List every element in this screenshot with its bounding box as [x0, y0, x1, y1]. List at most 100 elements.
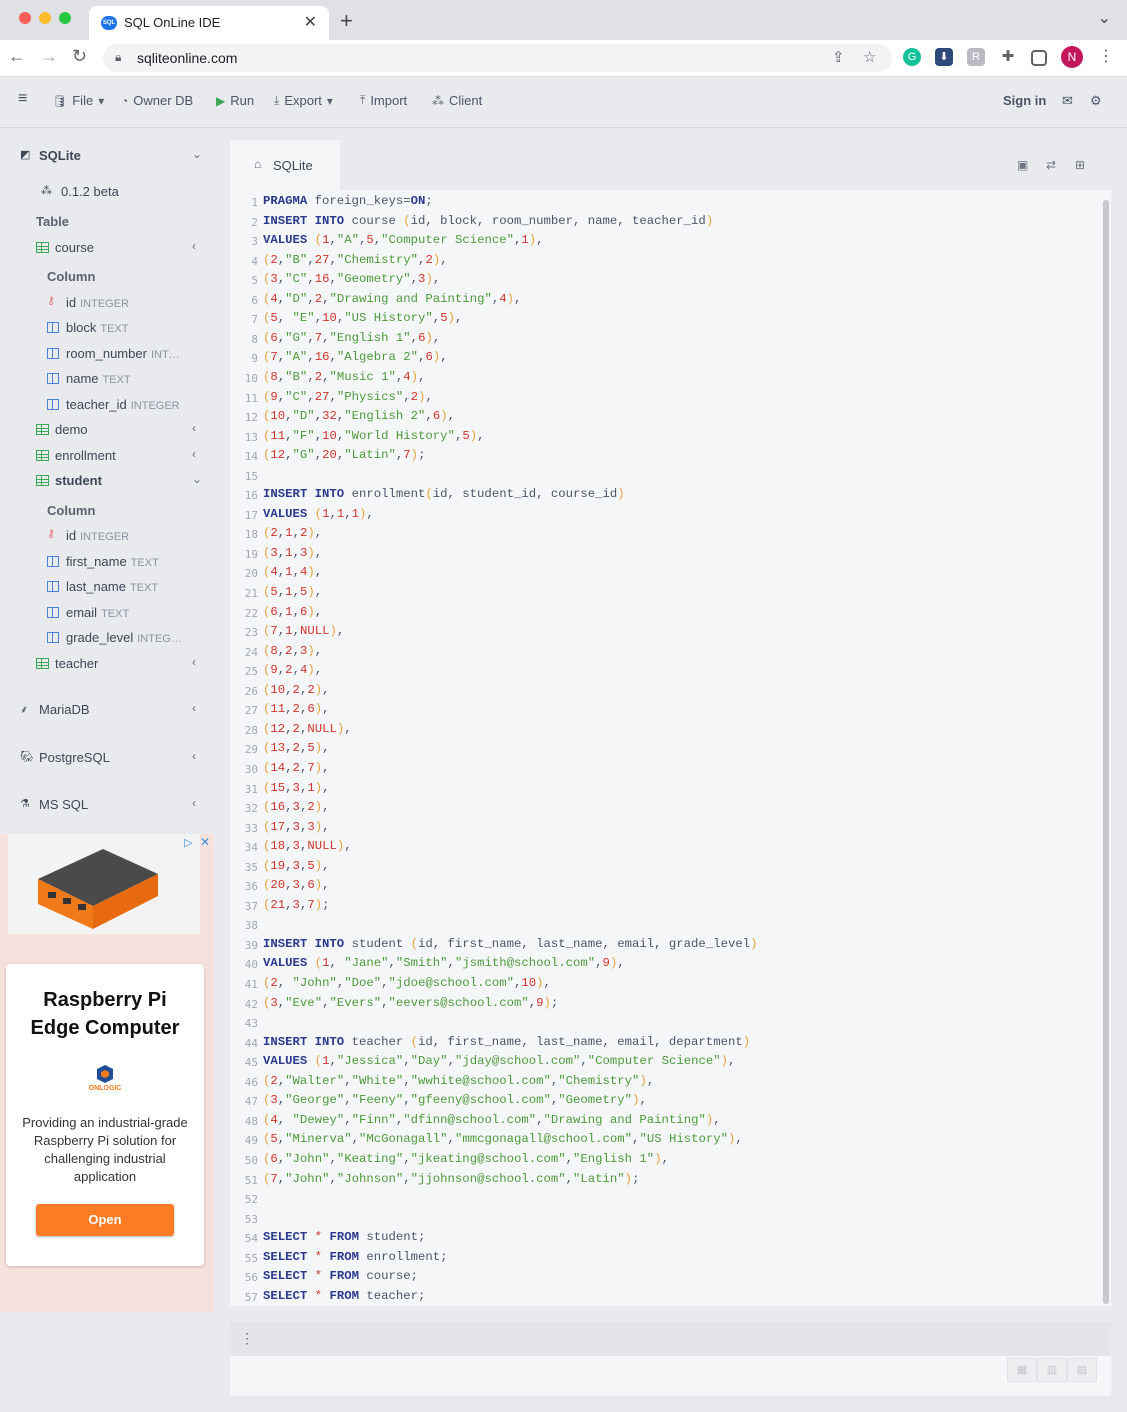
code-line[interactable]: (3,"Eve","Evers","eevers@school.com",9); — [263, 996, 558, 1010]
code-line[interactable]: (2,1,2), — [263, 526, 322, 540]
code-line[interactable]: SELECT * FROM student; — [263, 1230, 425, 1244]
reader-extension-icon[interactable]: R — [967, 48, 985, 66]
ad-card[interactable]: Raspberry Pi Edge Computer ONLOGIC Provi… — [6, 964, 204, 1266]
side-panel-icon[interactable] — [1031, 50, 1047, 66]
file-menu[interactable]: 🛢︎ File ▾ — [52, 93, 104, 108]
adchoices-icon[interactable]: ▷ — [184, 836, 192, 849]
code-line[interactable]: (2, "John","Doe","jdoe@school.com",10), — [263, 976, 551, 990]
code-line[interactable]: (3,"George","Feeny","gfeeny@school.com",… — [263, 1093, 647, 1107]
sign-in-link[interactable]: Sign in — [1003, 93, 1046, 108]
code-line[interactable]: (14,2,7), — [263, 761, 330, 775]
owner-db-button[interactable]: ◔ Owner DB — [121, 93, 193, 108]
close-window-button[interactable] — [19, 12, 31, 24]
new-tab-icon[interactable]: + — [340, 8, 353, 34]
browser-menu-icon[interactable]: ⋮ — [1098, 46, 1114, 66]
code-line[interactable]: (2,"B",27,"Chemistry",2), — [263, 253, 448, 267]
code-line[interactable]: INSERT INTO course (id, block, room_numb… — [263, 214, 713, 228]
mail-icon[interactable]: ✉ — [1062, 93, 1073, 109]
column-item[interactable]: room_number INT… — [0, 342, 214, 366]
code-line[interactable]: (6,"John","Keating","jkeating@school.com… — [263, 1152, 669, 1166]
client-button[interactable]: ⁂ Client — [432, 93, 482, 108]
hamburger-menu-icon[interactable]: ≡ — [18, 90, 27, 108]
share-icon[interactable]: ⇪ — [832, 48, 845, 66]
code-line[interactable]: (4, "Dewey","Finn","dfinn@school.com","D… — [263, 1113, 721, 1127]
code-line[interactable]: PRAGMA foreign_keys=ON; — [263, 194, 433, 208]
import-button[interactable]: ⤒ Import — [360, 93, 407, 108]
code-line[interactable]: (7,"A",16,"Algebra 2",6), — [263, 350, 448, 364]
code-line[interactable]: (12,2,NULL), — [263, 722, 352, 736]
code-line[interactable]: INSERT INTO teacher (id, first_name, las… — [263, 1035, 750, 1049]
code-line[interactable]: INSERT INTO student (id, first_name, las… — [263, 937, 757, 951]
column-item[interactable]: name TEXT — [0, 367, 214, 391]
code-line[interactable]: (10,2,2), — [263, 683, 330, 697]
sidebar-item-postgresql[interactable]: 🐘︎ PostgreSQL ‹ — [0, 746, 214, 770]
sidebar-item-course[interactable]: course ‹ — [0, 236, 214, 260]
settings-gear-icon[interactable]: ⚙ — [1090, 93, 1102, 109]
export-menu[interactable]: ⤓ Export ▾ — [274, 93, 333, 108]
address-bar[interactable]: 🔒︎ sqliteonline.com ⇪ ☆ — [103, 44, 892, 72]
code-line[interactable]: (5,"Minerva","McGonagall","mmcgonagall@s… — [263, 1132, 743, 1146]
code-line[interactable]: INSERT INTO enrollment(id, student_id, c… — [263, 487, 625, 501]
table-view-icon[interactable]: ▦ — [1007, 1358, 1037, 1382]
code-line[interactable]: (5, "E",10,"US History",5), — [263, 311, 462, 325]
profile-avatar[interactable]: N — [1061, 46, 1083, 68]
forward-icon[interactable]: → — [40, 46, 58, 67]
bookmark-star-icon[interactable]: ☆ — [863, 48, 876, 66]
code-line[interactable]: (6,"G",7,"English 1",6), — [263, 331, 440, 345]
code-line[interactable]: SELECT * FROM enrollment; — [263, 1250, 448, 1264]
column-item[interactable]: ⚷ id INTEGER — [0, 524, 214, 548]
code-line[interactable]: (2,"Walter","White","wwhite@school.com",… — [263, 1074, 654, 1088]
code-line[interactable]: (3,1,3), — [263, 546, 322, 560]
column-item[interactable]: block TEXT — [0, 316, 214, 340]
code-line[interactable]: (17,3,3), — [263, 820, 330, 834]
code-line[interactable]: (19,3,5), — [263, 859, 330, 873]
sidebar-item-student[interactable]: student ⌄ — [0, 469, 214, 493]
code-line[interactable]: (15,3,1), — [263, 781, 330, 795]
tab-sqlite[interactable]: ⌂ SQLite — [230, 140, 340, 190]
column-item[interactable]: ⚷ id INTEGER — [0, 291, 214, 315]
minimize-window-button[interactable] — [39, 12, 51, 24]
column-item[interactable]: first_name TEXT — [0, 550, 214, 574]
maximize-window-button[interactable] — [59, 12, 71, 24]
run-button[interactable]: ▶ Run — [216, 93, 254, 108]
code-line[interactable]: (9,"C",27,"Physics",2), — [263, 390, 433, 404]
code-line[interactable]: (11,"F",10,"World History",5), — [263, 429, 485, 443]
code-line[interactable]: (10,"D",32,"English 2",6), — [263, 409, 455, 423]
sidebar-item-demo[interactable]: demo ‹ — [0, 418, 214, 442]
code-line[interactable]: (13,2,5), — [263, 741, 330, 755]
code-line[interactable]: (8,2,3), — [263, 644, 322, 658]
column-item[interactable]: last_name TEXT — [0, 575, 214, 599]
code-line[interactable]: (7,"John","Johnson","jjohnson@school.com… — [263, 1172, 639, 1186]
tab-close-icon[interactable]: ✕ — [304, 12, 317, 32]
code-line[interactable]: (6,1,6), — [263, 605, 322, 619]
column-item[interactable]: teacher_id INTEGER — [0, 393, 214, 417]
code-line[interactable]: SELECT * FROM teacher; — [263, 1289, 425, 1303]
ad-open-button[interactable]: Open — [36, 1204, 174, 1236]
column-item[interactable]: email TEXT — [0, 601, 214, 625]
code-line[interactable]: VALUES (1,1,1), — [263, 507, 374, 521]
code-line[interactable]: VALUES (1, "Jane","Smith","jsmith@school… — [263, 956, 625, 970]
code-line[interactable]: (18,3,NULL), — [263, 839, 352, 853]
extensions-puzzle-icon[interactable]: ✚ — [999, 48, 1017, 66]
code-line[interactable]: (7,1,NULL), — [263, 624, 344, 638]
download-extension-icon[interactable]: ⬇ — [935, 48, 953, 66]
code-line[interactable]: (9,2,4), — [263, 663, 322, 677]
code-line[interactable]: (8,"B",2,"Music 1",4), — [263, 370, 425, 384]
chart-view-icon[interactable]: ▥ — [1037, 1358, 1067, 1382]
code-line[interactable]: (12,"G",20,"Latin",7); — [263, 448, 425, 462]
code-line[interactable]: (11,2,6), — [263, 702, 330, 716]
results-menu-icon[interactable]: ⋮ — [240, 1330, 254, 1347]
code-line[interactable]: (21,3,7); — [263, 898, 330, 912]
editor-scrollbar[interactable] — [1103, 200, 1109, 1304]
back-icon[interactable]: ← — [8, 46, 26, 67]
swap-icon[interactable]: ⇄ — [1046, 158, 1056, 172]
save-icon[interactable]: ▣ — [1017, 158, 1028, 172]
add-tab-icon[interactable]: ⊞ — [1075, 158, 1085, 172]
grammarly-extension-icon[interactable]: G — [903, 48, 921, 66]
code-line[interactable]: (3,"C",16,"Geometry",3), — [263, 272, 440, 286]
code-line[interactable]: VALUES (1,"A",5,"Computer Science",1), — [263, 233, 544, 247]
code-line[interactable]: SELECT * FROM course; — [263, 1269, 418, 1283]
sidebar-item-sqlite[interactable]: ◩ SQLite ⌄ — [0, 144, 214, 168]
browser-tab[interactable]: SQL SQL OnLine IDE ✕ — [89, 6, 329, 40]
ad-product-image[interactable] — [8, 834, 200, 934]
